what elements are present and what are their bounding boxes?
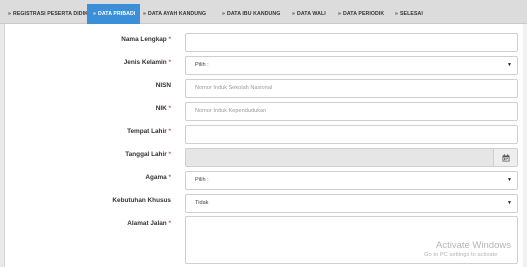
- tab-label: DATA PRIBADI: [98, 11, 136, 17]
- tab-registrasi[interactable]: » REGISTRASI PESERTA DIDIK: [8, 4, 88, 24]
- tab-data-periodik[interactable]: » DATA PERIODIK: [338, 4, 384, 24]
- tab-label: DATA WALI: [297, 11, 326, 17]
- label-nik: NIK *: [155, 105, 171, 112]
- agama-select[interactable]: Pilih : ▼: [185, 171, 518, 190]
- tab-selesai[interactable]: » SELESAI: [395, 4, 423, 24]
- select-value: Tidak: [195, 200, 209, 206]
- chevron-right-icon: »: [292, 11, 295, 17]
- label-nama-lengkap: Nama Lengkap *: [121, 36, 171, 43]
- tanggal-lahir-input[interactable]: [185, 148, 518, 167]
- label-nisn: NISN: [155, 82, 171, 89]
- calendar-icon: [502, 153, 509, 161]
- tab-data-wali[interactable]: » DATA WALI: [292, 4, 326, 24]
- label-tanggal-lahir: Tanggal Lahir *: [125, 151, 171, 158]
- nik-input[interactable]: Nomor Induk Kependudukan: [185, 102, 518, 121]
- chevron-right-icon: »: [338, 11, 341, 17]
- label-agama: Agama *: [145, 174, 171, 181]
- chevron-right-icon: »: [222, 11, 225, 17]
- tab-data-ibu[interactable]: » DATA IBU KANDUNG: [222, 4, 280, 24]
- tab-label: REGISTRASI PESERTA DIDIK: [13, 11, 89, 17]
- caret-down-icon: ▼: [507, 62, 512, 68]
- scrollbar[interactable]: [523, 24, 527, 267]
- tab-data-ayah[interactable]: » DATA AYAH KANDUNG: [143, 4, 206, 24]
- caret-down-icon: ▼: [507, 200, 512, 206]
- tab-data-pribadi[interactable]: » DATA PRIBADI: [87, 4, 140, 24]
- select-value: Pilih :: [195, 177, 209, 183]
- tab-label: SELESAI: [400, 11, 423, 17]
- label-kebutuhan-khusus: Kebutuhan Khusus: [112, 197, 171, 204]
- chevron-right-icon: »: [93, 11, 96, 17]
- tab-label: DATA AYAH KANDUNG: [148, 11, 207, 17]
- label-jenis-kelamin: Jenis Kelamin *: [123, 59, 171, 66]
- label-tempat-lahir: Tempat Lahir *: [127, 128, 171, 135]
- nisn-input[interactable]: Nomor Induk Sekolah Nasional: [185, 79, 518, 98]
- form-panel: Nama Lengkap * Jenis Kelamin * Pilih : ▼…: [4, 24, 527, 267]
- chevron-right-icon: »: [8, 11, 11, 17]
- activate-windows-subtitle: Go to PC settings to activate: [424, 252, 498, 258]
- select-value: Pilih :: [195, 62, 209, 68]
- wizard-tabs: » REGISTRASI PESERTA DIDIK » DATA PRIBADI …: [0, 0, 527, 24]
- kebutuhan-khusus-select[interactable]: Tidak ▼: [185, 194, 518, 213]
- calendar-button[interactable]: [493, 149, 517, 166]
- activate-windows-title: Activate Windows: [436, 240, 511, 251]
- nama-lengkap-input[interactable]: [185, 33, 518, 52]
- tempat-lahir-input[interactable]: [185, 125, 518, 144]
- tab-label: DATA PERIODIK: [343, 11, 385, 17]
- chevron-right-icon: »: [143, 11, 146, 17]
- jenis-kelamin-select[interactable]: Pilih : ▼: [185, 56, 518, 75]
- caret-down-icon: ▼: [507, 177, 512, 183]
- label-alamat-jalan: Alamat Jalan *: [127, 220, 171, 227]
- chevron-right-icon: »: [395, 11, 398, 17]
- tab-label: DATA IBU KANDUNG: [227, 11, 281, 17]
